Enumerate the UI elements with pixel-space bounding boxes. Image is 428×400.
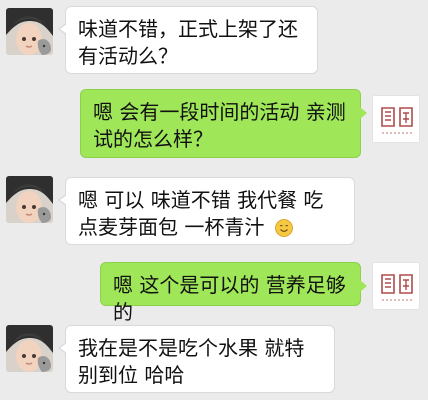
brand-avatar[interactable] [372, 95, 420, 143]
incoming-message-bubble: 我在是不是吃个水果 就特别到位 哈哈 [58, 325, 335, 393]
outgoing-message-bubble: 嗯 这个是可以的 营养足够的 [100, 262, 367, 324]
contact-avatar[interactable] [6, 176, 53, 223]
contact-avatar[interactable] [6, 325, 53, 372]
incoming-message-bubble: 嗯 可以 味道不错 我代餐 吃点麦芽面包 一杯青汁 [58, 177, 355, 245]
message-text: 味道不错，正式上架了还有活动么？ [78, 17, 298, 68]
message-text: 我在是不是吃个水果 就特别到位 哈哈 [78, 336, 305, 387]
incoming-message-bubble: 味道不错，正式上架了还有活动么？ [58, 6, 318, 74]
message-text: 嗯 会有一段时间的活动 亲测试的怎么样？ [93, 100, 346, 151]
contact-avatar[interactable] [6, 8, 53, 55]
message-text: 嗯 这个是可以的 营养足够的 [113, 273, 346, 324]
smiling-face-emoji [274, 217, 293, 237]
brand-avatar[interactable] [372, 262, 420, 310]
outgoing-message-bubble: 嗯 会有一段时间的活动 亲测试的怎么样？ [80, 89, 367, 158]
